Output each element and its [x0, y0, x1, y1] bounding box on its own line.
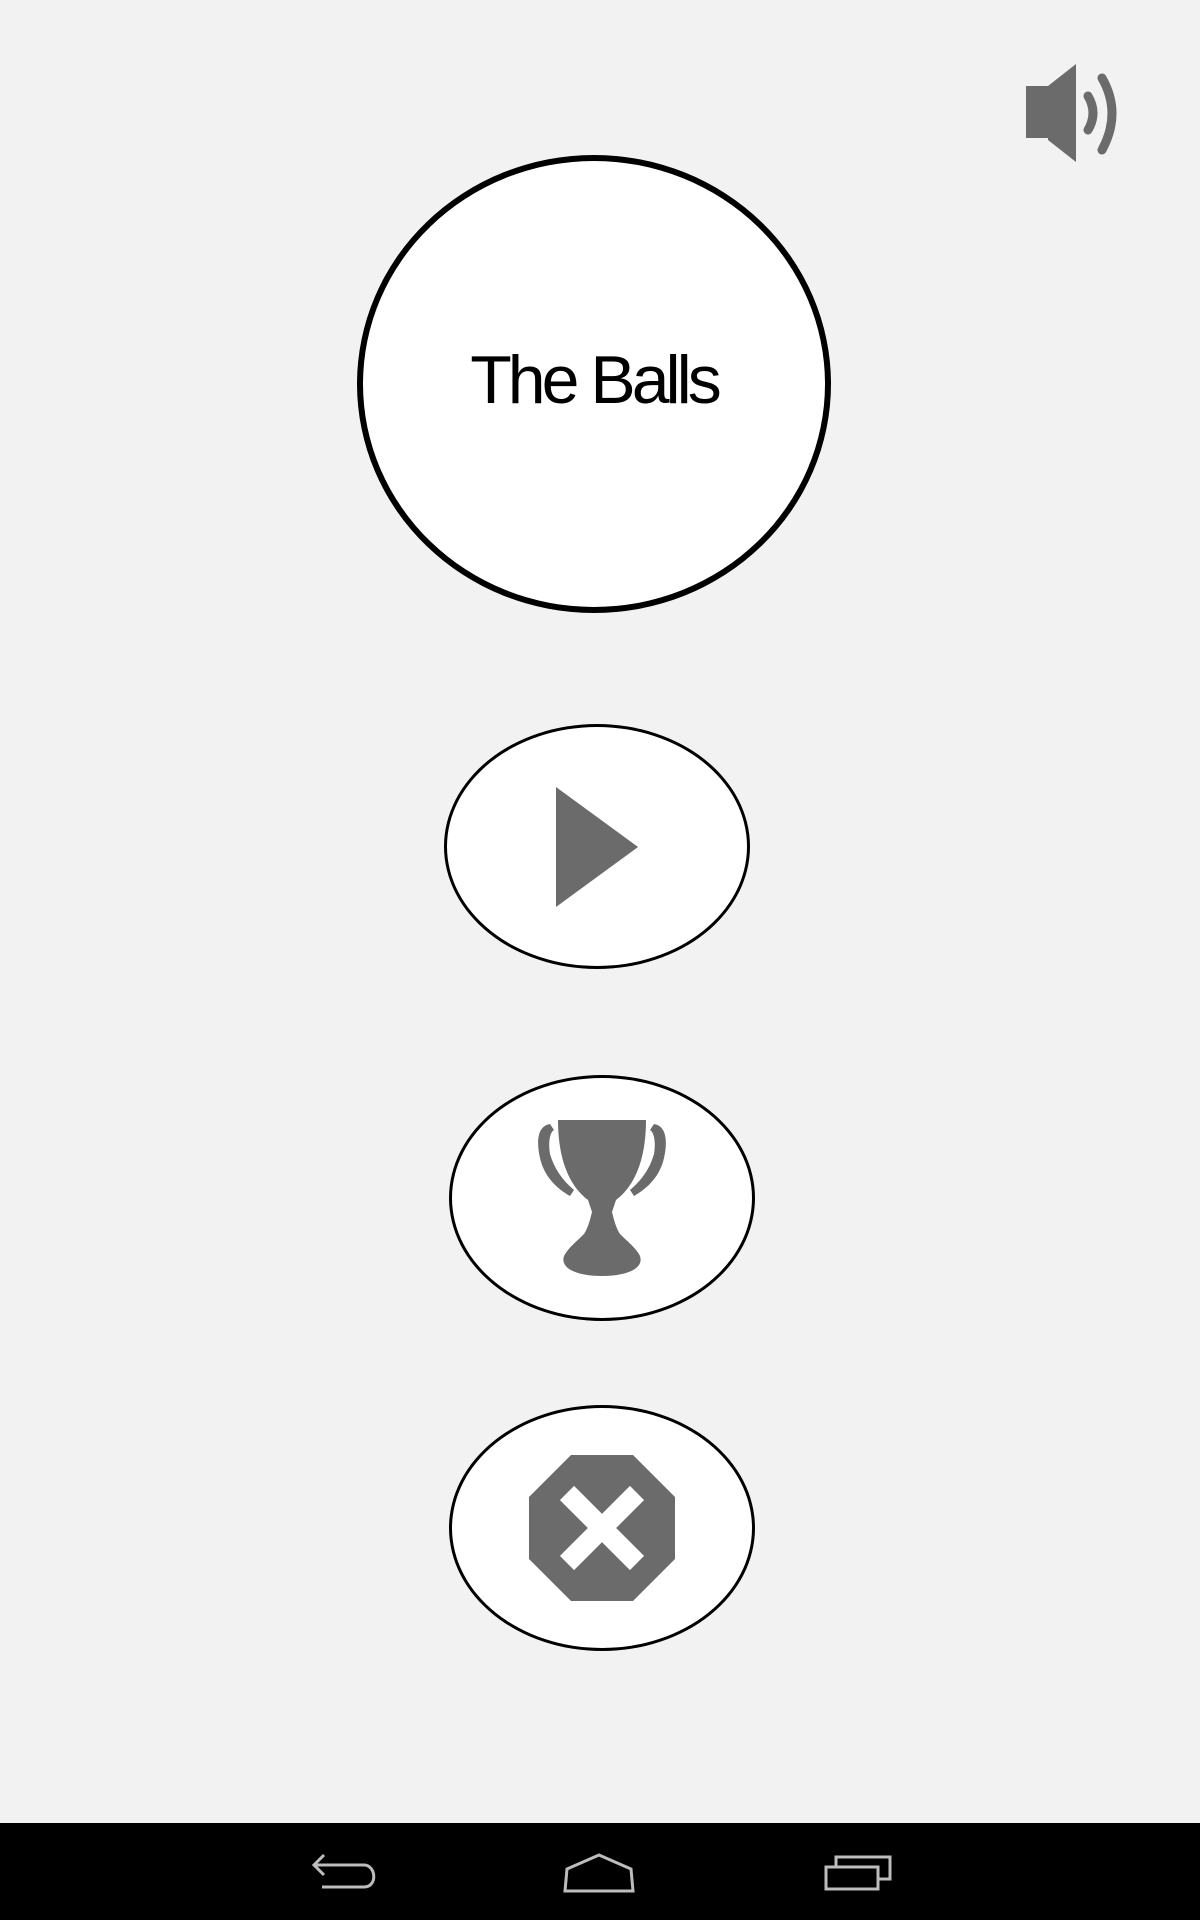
speaker-volume-icon [1026, 64, 1117, 162]
back-arrow-icon [311, 1853, 376, 1889]
leaderboard-button[interactable] [449, 1075, 755, 1321]
nav-back-button[interactable] [304, 1847, 384, 1897]
sound-toggle-button[interactable] [1018, 58, 1130, 168]
exit-button[interactable] [449, 1405, 755, 1651]
recent-apps-icon [824, 1855, 892, 1891]
game-title: The Balls [470, 342, 721, 418]
nav-home-button[interactable] [559, 1847, 639, 1897]
close-octagon-icon [529, 1455, 675, 1601]
game-menu-screen: The Balls [0, 0, 1200, 1823]
title-badge: The Balls [357, 155, 831, 613]
trophy-icon [538, 1120, 666, 1276]
play-icon [556, 786, 638, 907]
play-button[interactable] [444, 724, 750, 969]
system-navigation-bar [0, 1823, 1200, 1920]
nav-recents-button[interactable] [818, 1847, 898, 1897]
home-icon [563, 1853, 635, 1893]
